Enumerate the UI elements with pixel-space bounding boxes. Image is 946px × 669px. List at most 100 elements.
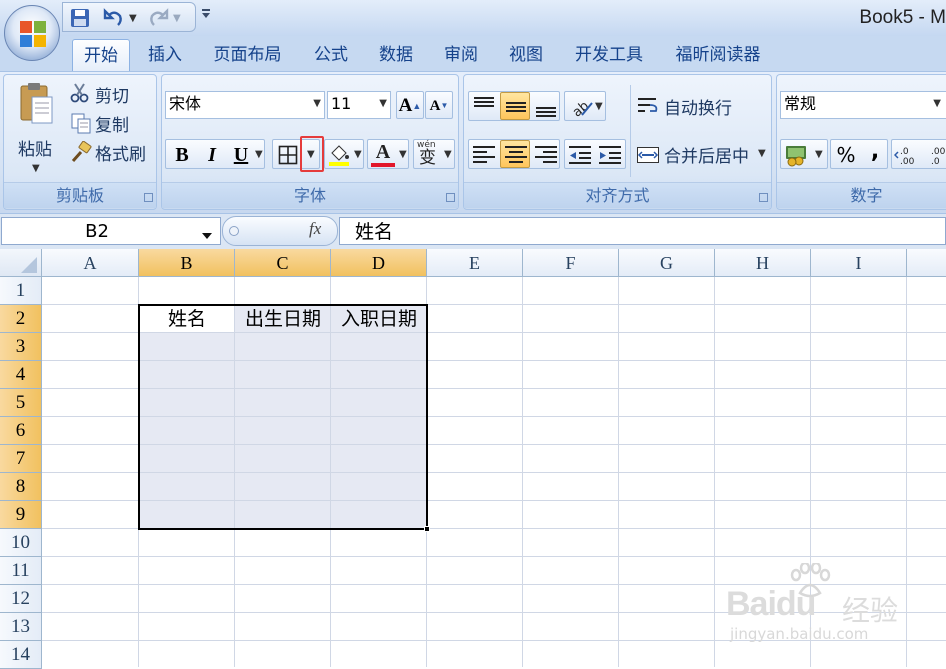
bold-button[interactable]: B	[168, 140, 196, 170]
align-top-icon[interactable]	[471, 95, 497, 119]
font-name-box[interactable]: 宋体 ▼	[165, 91, 325, 119]
align-middle-icon	[506, 102, 526, 112]
merge-center-dropdown-icon[interactable]: ▼	[758, 148, 766, 159]
tab-foxit-reader[interactable]: 福昕阅读器	[662, 39, 774, 71]
copy-icon	[71, 113, 91, 134]
column-header-e[interactable]: E	[427, 249, 523, 277]
row-header-1[interactable]: 1	[0, 277, 42, 305]
fill-handle[interactable]	[424, 526, 430, 532]
font-size-box[interactable]: 11 ▼	[327, 91, 391, 119]
accounting-format-button[interactable]: ▼	[780, 139, 828, 169]
fill-color-button[interactable]: ▼	[324, 139, 364, 169]
undo-icon[interactable]	[103, 7, 125, 29]
row-header-6[interactable]: 6	[0, 417, 42, 445]
orientation-dropdown-icon[interactable]: ▼	[595, 101, 603, 112]
percent-comma-buttons: % ,	[830, 139, 888, 169]
cut-button[interactable]: 剪切	[68, 81, 156, 107]
tab-formulas[interactable]: 公式	[302, 39, 360, 71]
accounting-dropdown-icon[interactable]: ▼	[815, 149, 823, 160]
italic-button[interactable]: I	[199, 140, 225, 170]
font-name-dropdown-icon[interactable]: ▼	[313, 92, 321, 116]
orientation-button[interactable]: ab ▼	[564, 91, 606, 121]
tab-insert[interactable]: 插入	[136, 39, 194, 71]
align-middle-button[interactable]	[500, 92, 530, 120]
insert-function-icon[interactable]: fx	[309, 219, 321, 239]
column-header-h[interactable]: H	[715, 249, 811, 277]
tab-home[interactable]: 开始	[72, 39, 130, 71]
column-header-g[interactable]: G	[619, 249, 715, 277]
format-painter-button[interactable]: 格式刷	[68, 139, 156, 165]
fill-color-dropdown-icon[interactable]: ▼	[354, 149, 362, 160]
tab-page-layout[interactable]: 页面布局	[201, 39, 294, 71]
row-header-14[interactable]: 14	[0, 641, 42, 669]
row-header-12[interactable]: 12	[0, 585, 42, 613]
column-header-a[interactable]: A	[42, 249, 139, 277]
copy-button[interactable]: 复制	[68, 110, 156, 136]
clipboard-launcher-icon[interactable]	[144, 193, 153, 202]
align-left-icon[interactable]	[471, 143, 497, 167]
increase-decimal-icon[interactable]: .0.00	[894, 143, 922, 167]
row-header-7[interactable]: 7	[0, 445, 42, 473]
phonetic-button[interactable]: wén 变 ▼	[413, 139, 455, 169]
name-box[interactable]: B2	[1, 217, 221, 245]
decrease-decimal-icon[interactable]: .00.0	[926, 143, 946, 167]
comma-style-button[interactable]: ,	[863, 137, 887, 167]
row-header-8[interactable]: 8	[0, 473, 42, 501]
row-header-5[interactable]: 5	[0, 389, 42, 417]
row-header-10[interactable]: 10	[0, 529, 42, 557]
column-header-i[interactable]: I	[811, 249, 907, 277]
office-button[interactable]	[4, 5, 60, 61]
customize-qat-icon[interactable]	[200, 7, 212, 23]
number-format-box[interactable]: 常规 ▼	[780, 91, 946, 119]
row-header-11[interactable]: 11	[0, 557, 42, 585]
borders-button[interactable]: ▼	[272, 136, 324, 172]
borders-dropdown-highlight[interactable]: ▼	[300, 136, 324, 172]
borders-dropdown-icon[interactable]: ▼	[307, 149, 315, 160]
row-header-2[interactable]: 2	[0, 305, 42, 333]
tab-view[interactable]: 视图	[497, 39, 555, 71]
align-right-icon[interactable]	[533, 143, 559, 167]
column-header-f[interactable]: F	[523, 249, 619, 277]
column-header-b[interactable]: B	[139, 249, 235, 277]
wrap-text-button[interactable]: 自动换行	[636, 93, 766, 121]
formula-input[interactable]: 姓名	[339, 217, 946, 245]
shrink-font-button[interactable]: A▼	[425, 91, 453, 119]
font-color-dropdown-icon[interactable]: ▼	[399, 149, 407, 160]
alignment-launcher-icon[interactable]	[759, 193, 768, 202]
redo-icon[interactable]	[147, 7, 169, 29]
tab-review[interactable]: 审阅	[432, 39, 490, 71]
name-box-dropdown-icon[interactable]	[201, 226, 213, 245]
align-center-button[interactable]	[500, 140, 530, 168]
grow-font-button[interactable]: A▲	[396, 91, 424, 119]
font-color-button[interactable]: A ▼	[367, 139, 409, 169]
phonetic-dropdown-icon[interactable]: ▼	[444, 149, 452, 160]
save-icon[interactable]	[69, 7, 91, 29]
select-all-button[interactable]	[0, 249, 42, 277]
row-header-13[interactable]: 13	[0, 613, 42, 641]
merge-center-button[interactable]: 合并后居中 ▼	[636, 141, 770, 169]
column-header-c[interactable]: C	[235, 249, 331, 277]
paste-button[interactable]: 粘贴 ▼	[10, 79, 62, 179]
underline-button[interactable]: U	[228, 140, 254, 170]
column-header-d[interactable]: D	[331, 249, 427, 277]
row-header-3[interactable]: 3	[0, 333, 42, 361]
redo-dropdown-icon[interactable]: ▼	[173, 13, 181, 24]
tab-developer[interactable]: 开发工具	[562, 39, 656, 71]
font-size-dropdown-icon[interactable]: ▼	[379, 92, 387, 116]
underline-dropdown-icon[interactable]: ▼	[255, 149, 263, 160]
undo-dropdown-icon[interactable]: ▼	[129, 13, 137, 24]
paste-dropdown-icon[interactable]: ▼	[32, 163, 40, 174]
percent-style-button[interactable]: %	[833, 140, 859, 170]
formula-bar-handle-icon[interactable]	[229, 226, 239, 236]
align-bottom-icon[interactable]	[533, 95, 559, 119]
row-header-9[interactable]: 9	[0, 501, 42, 529]
font-launcher-icon[interactable]	[446, 193, 455, 202]
increase-indent-icon[interactable]	[597, 143, 623, 167]
paste-icon	[20, 83, 53, 124]
decrease-indent-icon[interactable]	[567, 143, 593, 167]
number-format-dropdown-icon[interactable]: ▼	[933, 92, 941, 116]
column-header-next[interactable]	[907, 249, 946, 277]
shrink-font-icon: A	[429, 98, 441, 114]
tab-data[interactable]: 数据	[367, 39, 425, 71]
row-header-4[interactable]: 4	[0, 361, 42, 389]
